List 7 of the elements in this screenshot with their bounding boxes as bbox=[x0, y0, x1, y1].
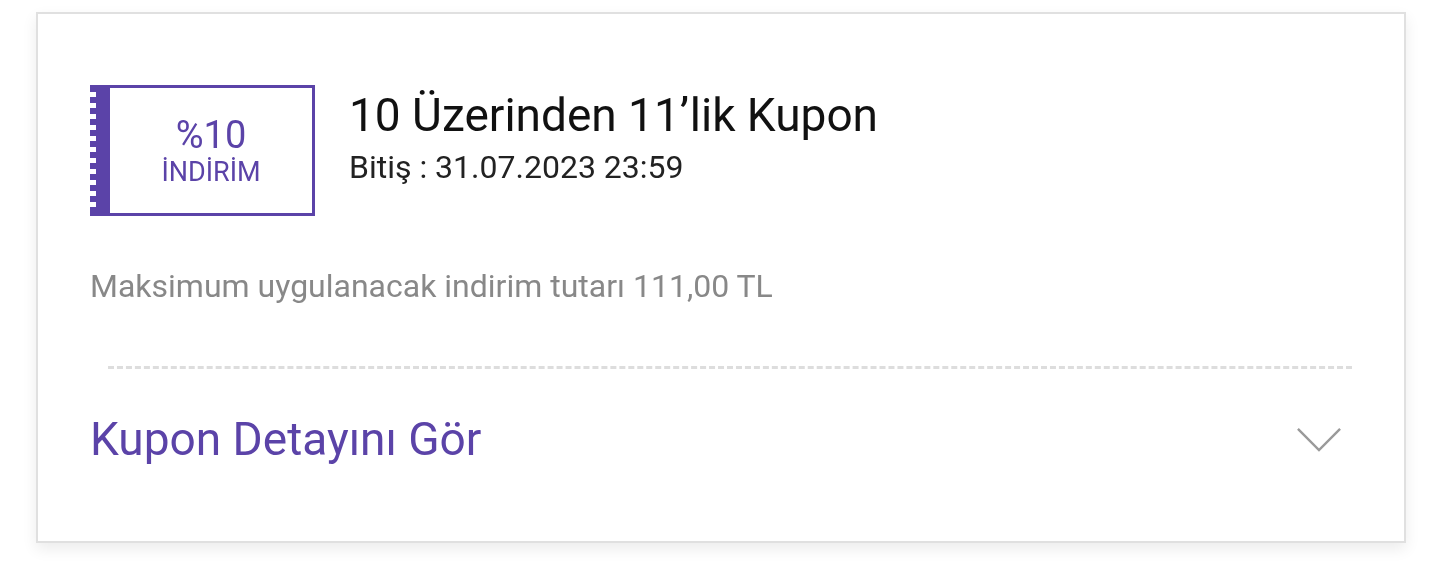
coupon-title: 10 Üzerinden 11’lik Kupon bbox=[349, 87, 879, 143]
expiry-date: Bitiş : 31.07.2023 23:59 bbox=[349, 147, 685, 187]
max-discount-text: Maksimum uygulanacak indirim tutarı 111,00 TL bbox=[90, 266, 774, 306]
chevron-icon[interactable] bbox=[1296, 425, 1342, 453]
coupon-details-link[interactable]: Kupon Detayını Gör bbox=[90, 409, 482, 469]
discount-amount: %10 bbox=[175, 114, 247, 155]
discount-label: İNDİRİM bbox=[161, 156, 261, 187]
